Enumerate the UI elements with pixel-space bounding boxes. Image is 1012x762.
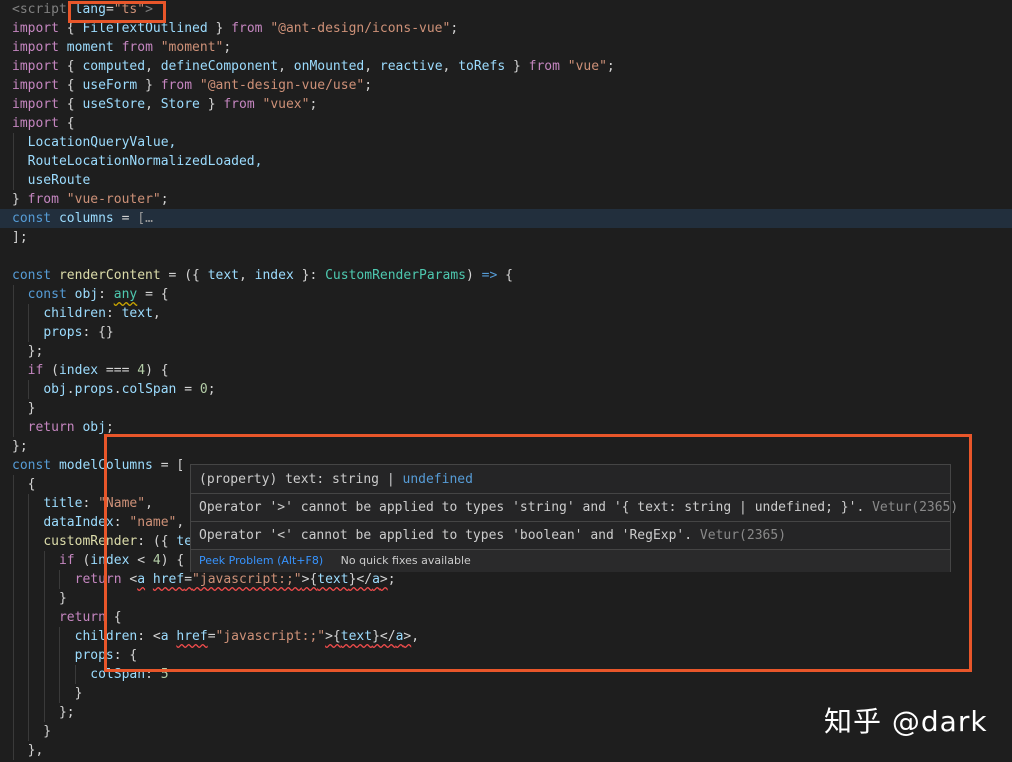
code-line: const modelColumns = [ [12,458,185,473]
code-line: return { [58,610,122,625]
code-line-current[interactable]: const columns = [… [0,209,1012,228]
code-editor[interactable]: ❯ <script lang="ts"> import { FileTextOu… [0,0,1012,762]
code-line: import { useStore, Store } from "vuex"; [12,97,318,112]
code-line: } [12,591,67,606]
code-line: import { FileTextOutlined } from "@ant-d… [12,21,459,36]
code-line: }; [12,439,28,454]
code-line: colSpan: 5 [90,667,169,682]
error-message: Operator '<' cannot be applied to types … [199,528,787,543]
code-line: { [12,477,36,492]
code-line: import moment from "moment"; [12,40,232,55]
error-source: Vetur(2365) [699,528,787,543]
code-line: <script lang="ts"> [12,2,153,17]
error-message: Operator '>' cannot be applied to types … [199,500,959,515]
code-line: const obj: any = { [27,287,169,302]
folded-region[interactable]: [… [137,211,153,226]
code-line: }, [12,743,44,758]
code-line: customRender: ({ te [43,534,193,549]
code-line: } from "vue-router"; [12,192,169,207]
code-line: return obj; [27,420,114,435]
code-line: } [12,686,83,701]
code-line: useRoute [27,173,91,188]
divider [191,521,950,522]
code-line: return <a href="javascript:;">{text}</a>… [74,572,396,587]
divider [191,493,950,494]
watermark: 知乎 @dark [824,705,988,738]
code-line: if (index < 4) { [58,553,185,568]
code-line: dataIndex: "name", [43,515,185,530]
code-line: }; [12,705,75,720]
code-line: ]; [12,230,28,245]
code-line: if (index === 4) { [27,363,169,378]
code-line: LocationQueryValue, [27,135,177,150]
code-line: import { useForm } from "@ant-design-vue… [12,78,373,93]
code-line: } [12,724,52,739]
no-quick-fixes-label: No quick fixes available [340,554,471,567]
error-source: Vetur(2365) [872,500,959,515]
code-line: children: <a href="javascript:;">{text}<… [74,629,420,644]
peek-problem-link[interactable]: Peek Problem (Alt+F8) [199,554,323,567]
hover-signature: (property) text: string | undefined [199,472,473,487]
code-line: RouteLocationNormalizedLoaded, [27,154,263,169]
code-line: const renderContent = ({ text, index }: … [12,268,513,283]
code-line: }; [12,344,44,359]
hover-tooltip[interactable]: (property) text: string | undefined Oper… [190,464,959,572]
code-line: obj.props.colSpan = 0; [43,382,216,397]
code-line: props: {} [43,325,114,340]
code-line: children: text, [43,306,161,321]
code-line: props: { [74,648,138,663]
code-line: import { computed, defineComponent, onMo… [12,59,615,74]
code-line: title: "Name", [43,496,153,511]
code-line: } [12,401,36,416]
hover-actions: Peek Problem (Alt+F8) No quick fixes ava… [191,550,950,572]
code-line: import { [12,116,75,131]
